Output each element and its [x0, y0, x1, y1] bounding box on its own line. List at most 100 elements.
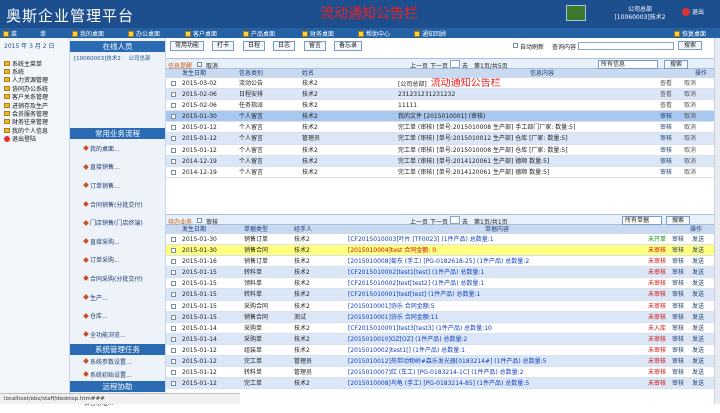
online-user[interactable]: [10060003]技术2	[74, 56, 121, 62]
flow-link-direct-sale[interactable]: 直接销售...	[70, 158, 165, 177]
info-select-all-checkbox[interactable]	[197, 62, 202, 67]
info-row[interactable]: 2015-02-06 日程安排 技术2 231231231231232 查看 取消	[166, 89, 714, 101]
row-checkbox[interactable]	[171, 336, 176, 342]
task-action-review[interactable]: 审核	[670, 345, 690, 355]
row-checkbox[interactable]	[171, 147, 176, 153]
flow-link-order-sale[interactable]: 订单销售...	[70, 176, 165, 195]
tasks-select-all-checkbox[interactable]	[197, 218, 202, 223]
nav-office-desktop[interactable]: 办公桌面	[128, 29, 160, 38]
nav-finance-desktop[interactable]: 财务桌面	[302, 29, 334, 38]
info-row[interactable]: 2015-01-12 个人留言 技术2 完工单 (审核) [单号:2015010008…	[166, 122, 714, 134]
task-action-review[interactable]: 审核	[670, 234, 690, 244]
sys-link-params[interactable]: 系统参数设置...	[70, 355, 165, 368]
row-action-cancel[interactable]: 取消	[682, 78, 706, 88]
task-action-send[interactable]: 发送	[690, 267, 714, 277]
info-filter-select[interactable]: 所有信息	[598, 60, 658, 69]
task-action-send[interactable]: 发送	[690, 334, 714, 344]
nav-notice-review[interactable]: 通知回顾	[414, 29, 446, 38]
row-action-cancel[interactable]: 取消	[682, 111, 706, 121]
task-row[interactable]: 2015-01-12 转料单 管理员 [2015010007]红 (车工) [PG-0…	[166, 367, 714, 379]
row-action-cancel[interactable]: 取消	[682, 167, 706, 177]
row-checkbox[interactable]	[171, 81, 176, 86]
schedule-button[interactable]: 日程	[243, 41, 265, 51]
page-scrollbar[interactable]	[714, 38, 720, 404]
row-checkbox[interactable]	[171, 347, 176, 353]
task-content[interactable]: [2015010010]OZ[OZ] (1件产品) 总数量:2	[346, 334, 646, 344]
task-row[interactable]: 2015-01-15 采购合同 技术2 [2015010001]协乐 合同金额:5 未审…	[166, 300, 714, 312]
row-action-view[interactable]: 查看	[658, 100, 682, 110]
task-content[interactable]: [CF2015010002]test[test2] (1件产品) 总数量:1	[346, 278, 646, 288]
task-content[interactable]: [CF2015010001]test[test] (1件产品) 总数量:1	[346, 289, 646, 299]
row-checkbox[interactable]	[171, 125, 176, 131]
row-action-view[interactable]: 审核	[658, 167, 682, 177]
nav-customer-desktop[interactable]: 客户桌面	[185, 29, 217, 38]
flow-link-my-desktop[interactable]: 我的桌面...	[70, 139, 165, 158]
task-content[interactable]: [CF2015010003]叶片 [TF0023] (1件产品) 总数量:1	[346, 234, 646, 244]
task-action-review[interactable]: 审核	[670, 378, 690, 388]
flow-link-contract-sale[interactable]: 合同销售(分批交付)	[70, 195, 165, 214]
task-action-review[interactable]: 审核	[670, 323, 690, 333]
row-checkbox[interactable]	[171, 281, 176, 287]
task-action-review[interactable]: 审核	[670, 245, 690, 255]
row-checkbox[interactable]	[171, 325, 176, 331]
tasks-filter-select[interactable]: 所有单据	[622, 216, 662, 225]
tasks-page-input[interactable]	[450, 216, 460, 224]
row-checkbox[interactable]	[171, 114, 176, 120]
task-row[interactable]: 2015-01-15 销售合同 测试 [2015010001]协乐 合同金额:11 未审…	[166, 311, 714, 323]
task-action-review[interactable]: 审核	[670, 301, 690, 311]
logout-button[interactable]: 退出	[682, 7, 704, 16]
row-checkbox[interactable]	[171, 270, 176, 276]
task-action-review[interactable]: 审核	[670, 367, 690, 377]
task-row[interactable]: 2015-01-12 完工单 技术2 [2015010008]鸟龟 (手工) [PG-…	[166, 378, 714, 390]
task-content[interactable]: [2015010008]菊东 (手工) [PG-0182618-25] (1件产…	[346, 256, 646, 266]
nav-my-desktop[interactable]: 我的桌面	[72, 29, 104, 38]
row-action-view[interactable]: 查看	[658, 89, 682, 99]
task-row[interactable]: 2015-01-15 转料单 技术2 [CF2015010001]test[test]…	[166, 289, 714, 301]
row-checkbox[interactable]	[171, 381, 176, 387]
common-functions-button[interactable]: 常用功能	[170, 41, 204, 51]
task-row[interactable]: 2015-01-30 销售订单 技术2 [CF2015010003]叶片 [TF002…	[166, 234, 714, 246]
row-checkbox[interactable]	[171, 169, 176, 175]
menu-toggle[interactable]: 菜	[3, 29, 17, 38]
scrolling-notice-banner[interactable]: 流动通知公告栏	[320, 3, 418, 23]
task-action-send[interactable]: 发送	[690, 312, 714, 322]
task-action-review[interactable]: 审核	[670, 356, 690, 366]
task-row[interactable]: 2015-01-15 领料单 技术2 [CF2015010002]test[test2…	[166, 278, 714, 290]
info-row[interactable]: 2015-01-12 个人留言 技术2 完工单 (审核) [单号:2015010008…	[166, 144, 714, 156]
row-checkbox[interactable]	[171, 259, 176, 265]
task-action-send[interactable]: 发送	[690, 289, 714, 299]
log-button[interactable]: 日志	[273, 41, 295, 51]
task-content[interactable]: [2015010001]协乐 合同金额:5	[346, 301, 646, 311]
task-action-send[interactable]: 发送	[690, 356, 714, 366]
nav-restore-desktop[interactable]: 恢复桌面	[674, 29, 706, 38]
row-action-cancel[interactable]: 取消	[682, 156, 706, 166]
task-action-send[interactable]: 发送	[690, 367, 714, 377]
row-checkbox[interactable]	[171, 314, 176, 320]
info-page-input[interactable]	[450, 60, 460, 68]
row-checkbox[interactable]	[171, 292, 176, 298]
task-row[interactable]: 2015-01-16 销售订单 技术2 [2015010008]菊东 (手工) [PG…	[166, 256, 714, 268]
task-action-review[interactable]: 审核	[670, 256, 690, 266]
tree-root[interactable]: 系统主菜单	[0, 59, 69, 68]
task-content[interactable]: [2015010001]协乐 合同金额:11	[346, 312, 646, 322]
task-content[interactable]: [2015010007]红 (车工) [PG-0183214-1C] (1件产品…	[346, 367, 646, 377]
row-checkbox[interactable]	[171, 248, 176, 254]
task-row[interactable]: 2015-01-12 完工单 管理员 [2015010012]热带动物树#森乐发光器[…	[166, 356, 714, 368]
row-checkbox[interactable]	[171, 237, 176, 242]
task-row[interactable]: 2015-01-12 组装单 技术2 [2015010002]test1[] (1件产…	[166, 344, 714, 357]
task-action-send[interactable]: 发送	[690, 378, 714, 388]
nav-help-center[interactable]: 帮助中心	[358, 29, 390, 38]
row-checkbox[interactable]	[171, 136, 176, 142]
memo-button[interactable]: 备忘录	[334, 41, 362, 51]
flow-link-warehouse[interactable]: 仓库...	[70, 306, 165, 325]
tree-item-logout[interactable]: 退出登陆	[0, 135, 69, 143]
row-action-view[interactable]: 审核	[658, 133, 682, 143]
task-action-send[interactable]: 发送	[690, 301, 714, 311]
message-button[interactable]: 留言	[304, 41, 326, 51]
flow-link-contract-purchase[interactable]: 合同采购(分批交付)	[70, 269, 165, 288]
row-checkbox[interactable]	[171, 158, 176, 164]
task-action-send[interactable]: 发送	[690, 234, 714, 244]
row-action-cancel[interactable]: 取消	[682, 100, 706, 110]
row-action-cancel[interactable]: 取消	[682, 122, 706, 132]
row-action-view[interactable]: 审核	[658, 145, 682, 155]
